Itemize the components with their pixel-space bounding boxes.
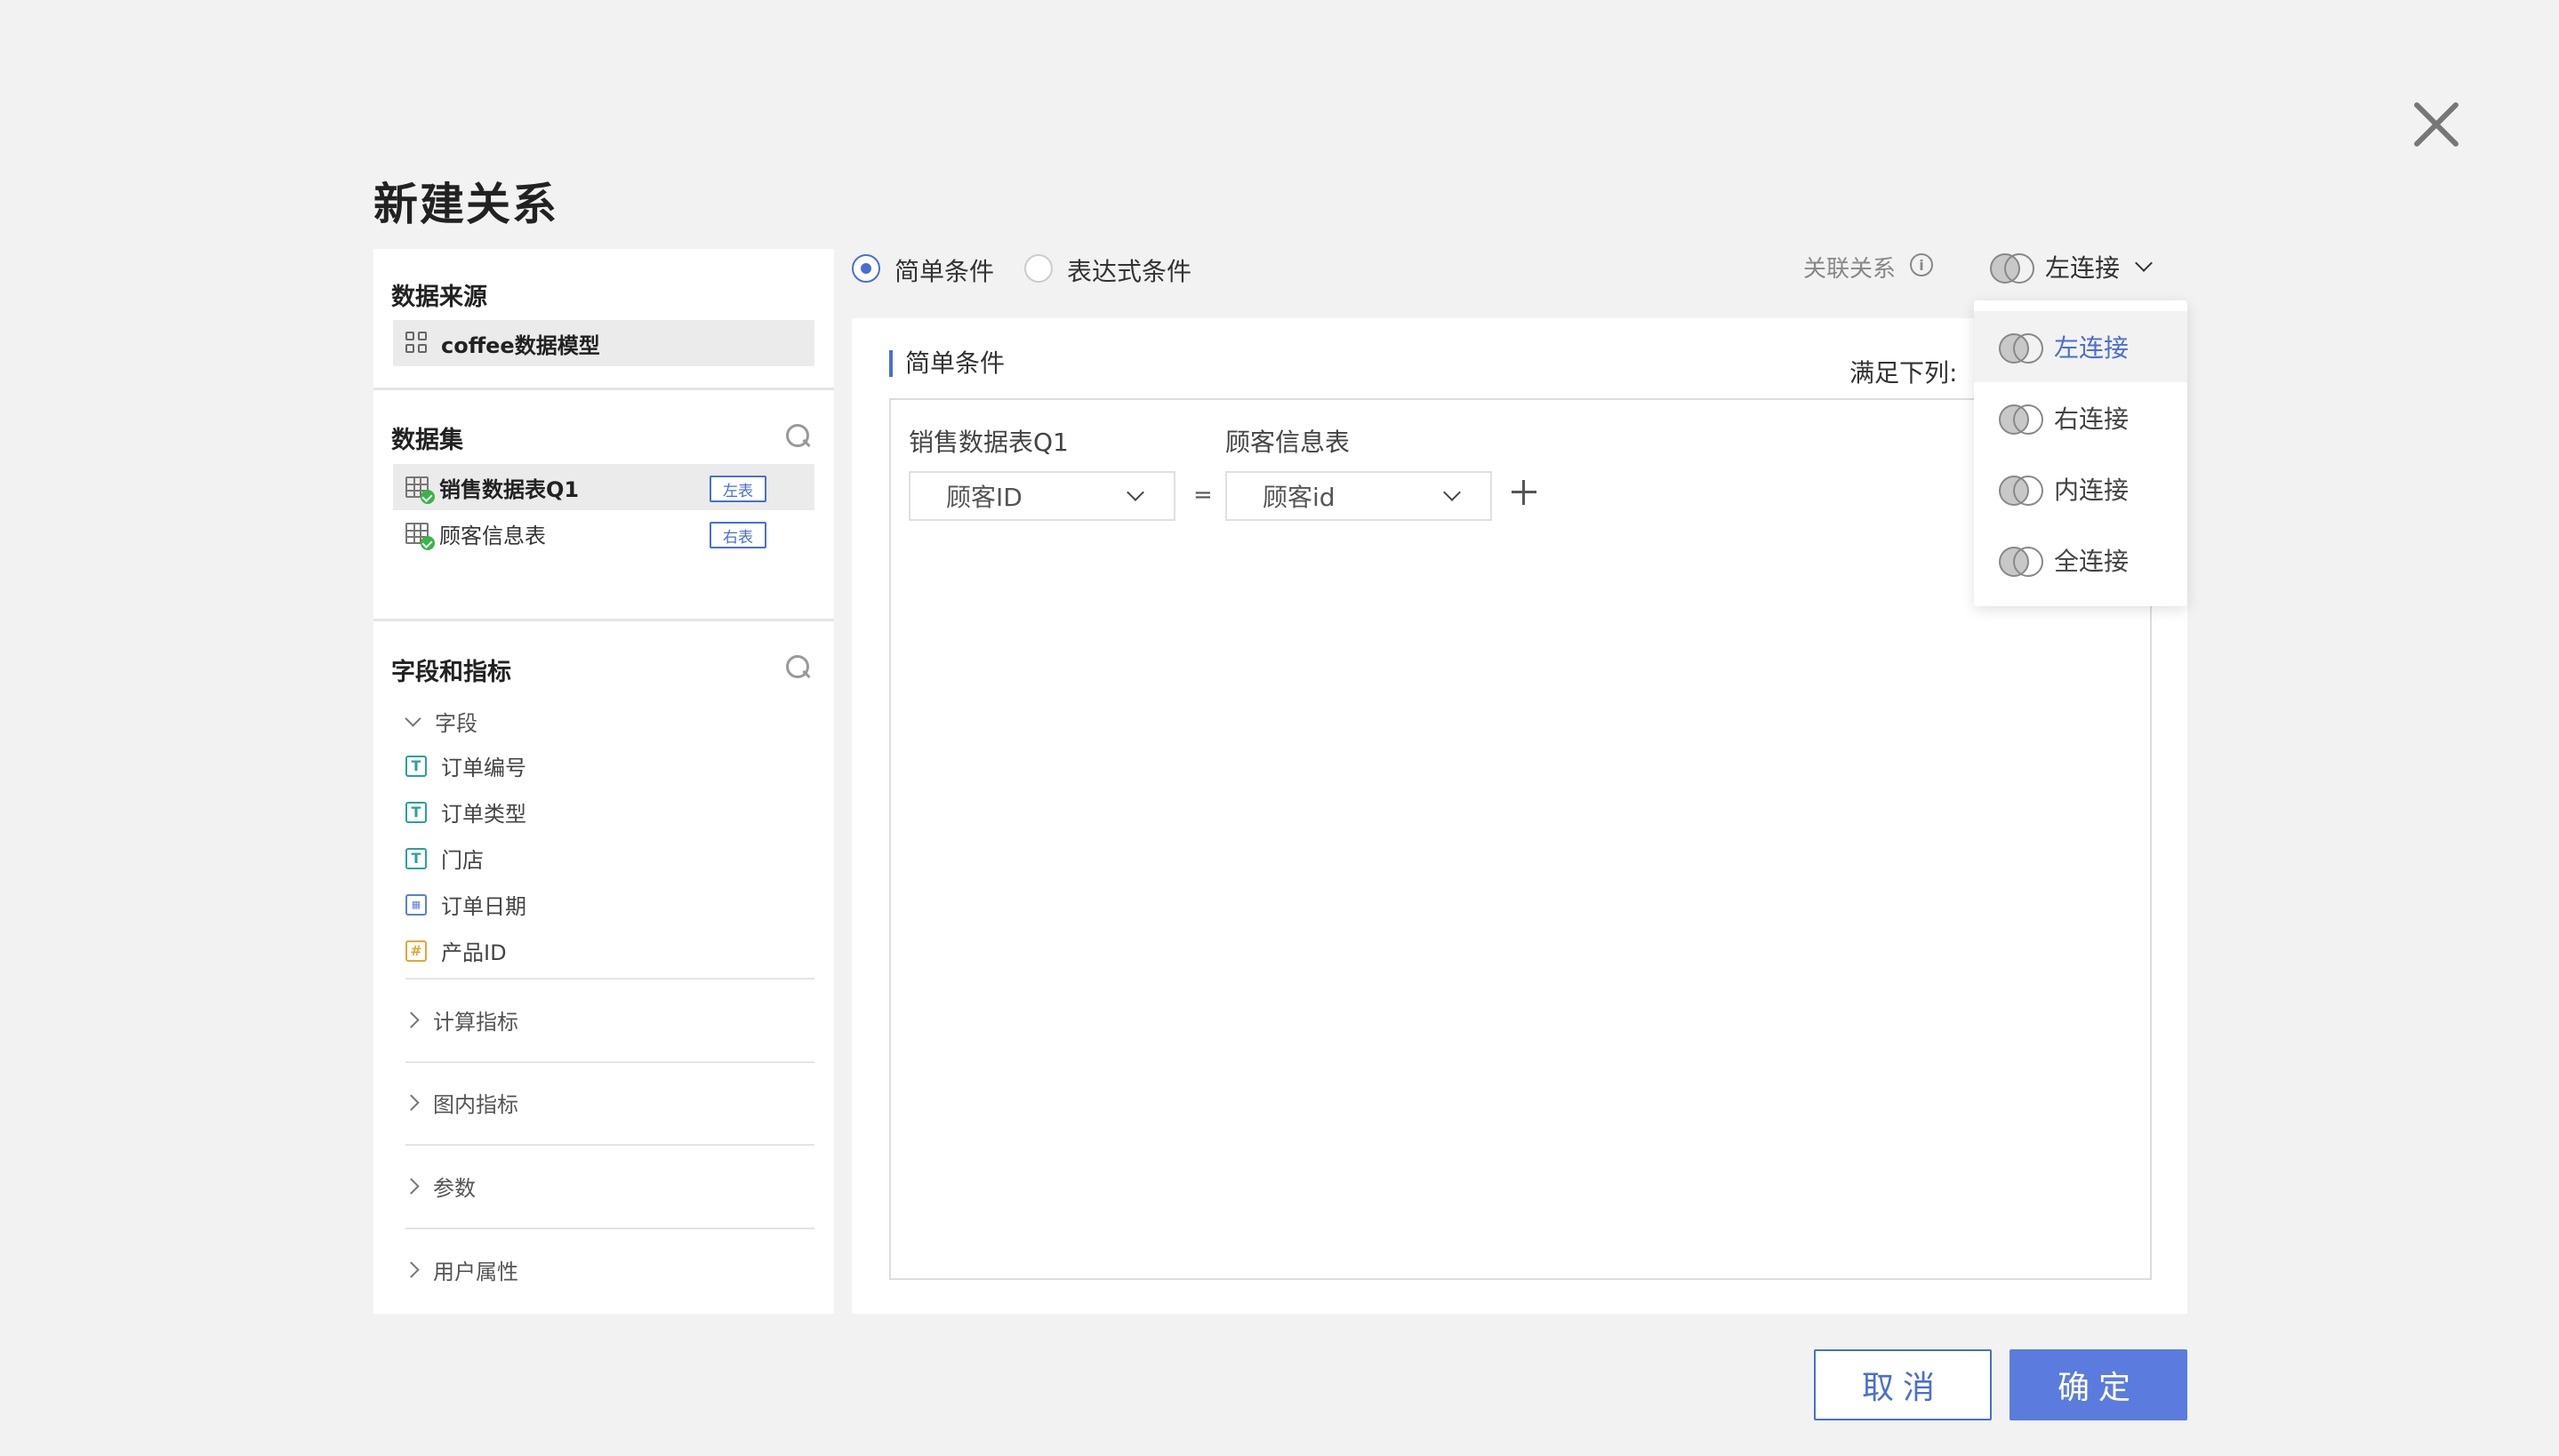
- radio-simple-label: 简单条件: [894, 257, 995, 286]
- data-source-name: coffee数据模型: [441, 332, 600, 358]
- right-field-value: 顾客id: [1263, 483, 1336, 512]
- data-source-title: 数据来源: [391, 284, 487, 311]
- condition-section-title: 简单条件: [889, 350, 1005, 377]
- radio-simple-condition[interactable]: [852, 254, 880, 283]
- left-table-name: 销售数据表Q1: [909, 428, 1069, 457]
- join-option-label: 全连接: [2054, 547, 2130, 576]
- text-field-icon: T: [405, 847, 427, 869]
- join-option-inner[interactable]: 内连接: [1974, 453, 2187, 524]
- fields-title: 字段和指标: [391, 659, 511, 686]
- right-table-name: 顾客信息表: [1225, 428, 1351, 457]
- data-source-item[interactable]: coffee数据模型: [393, 320, 814, 366]
- field-item[interactable]: # 产品ID: [405, 935, 507, 966]
- table-icon: [405, 476, 435, 504]
- satisfy-label: 满足下列:: [1849, 358, 1958, 388]
- right-table-tag: 右表: [710, 522, 766, 548]
- join-option-label: 内连接: [2054, 476, 2130, 505]
- inner-join-icon: [1999, 476, 2043, 506]
- left-join-icon: [1990, 253, 2034, 284]
- divider: [405, 978, 814, 980]
- group-user-attributes[interactable]: 用户属性: [403, 1254, 518, 1285]
- chevron-right-icon: [403, 1094, 420, 1111]
- field-name: 门店: [441, 848, 484, 873]
- join-option-right[interactable]: 右连接: [1974, 382, 2187, 453]
- cancel-button[interactable]: 取消: [1814, 1349, 1992, 1420]
- chevron-down-icon: [405, 710, 421, 727]
- operator-equals: =: [1193, 482, 1213, 508]
- divider: [373, 388, 834, 390]
- field-name: 产品ID: [441, 940, 507, 965]
- join-type-value: 左连接: [2045, 253, 2121, 283]
- group-label: 计算指标: [433, 1010, 518, 1035]
- left-join-icon: [1999, 333, 2043, 364]
- date-field-icon: ▦: [405, 893, 427, 916]
- fields-search-icon[interactable]: [784, 653, 811, 680]
- chevron-down-icon: [1127, 484, 1144, 501]
- left-field-select[interactable]: 顾客ID: [909, 471, 1175, 521]
- group-chart-metrics[interactable]: 图内指标: [403, 1087, 518, 1118]
- radio-expression-condition[interactable]: [1024, 254, 1053, 283]
- group-label: 图内指标: [433, 1092, 518, 1117]
- chevron-down-icon: [1443, 484, 1461, 501]
- field-item[interactable]: T 订单编号: [405, 750, 526, 781]
- group-parameters[interactable]: 参数: [403, 1171, 476, 1202]
- divider: [373, 619, 834, 621]
- field-name: 订单日期: [441, 894, 526, 919]
- divider: [405, 1144, 814, 1146]
- left-field-value: 顾客ID: [946, 483, 1023, 512]
- dataset-item-label: 顾客信息表: [439, 523, 546, 548]
- table-icon: [405, 523, 435, 550]
- fields-group-toggle[interactable]: 字段: [405, 706, 477, 737]
- join-option-full[interactable]: 全连接: [1974, 524, 2187, 596]
- chevron-right-icon: [403, 1178, 420, 1195]
- dataset-item-sales-q1[interactable]: 销售数据表Q1 左表: [393, 464, 814, 510]
- dataset-search-icon[interactable]: [784, 422, 811, 449]
- full-join-icon: [1999, 547, 2043, 577]
- group-label: 用户属性: [433, 1260, 518, 1284]
- close-icon[interactable]: [2401, 89, 2472, 160]
- field-name: 订单类型: [441, 802, 526, 827]
- join-option-label: 右连接: [2054, 404, 2130, 434]
- group-label: 参数: [433, 1176, 476, 1201]
- left-panel: 数据来源 coffee数据模型 数据集 销售数据表Q1 左表 顾客信息表 右表 …: [373, 249, 834, 1314]
- dataset-item-label: 销售数据表Q1: [439, 476, 580, 502]
- right-field-select[interactable]: 顾客id: [1225, 471, 1492, 521]
- add-condition-icon[interactable]: [1512, 480, 1536, 505]
- fields-group-label: 字段: [435, 711, 477, 736]
- number-field-icon: #: [405, 940, 427, 962]
- group-calculated-metrics[interactable]: 计算指标: [403, 1004, 518, 1036]
- confirm-button[interactable]: 确定: [2009, 1349, 2187, 1420]
- join-option-label: 左连接: [2054, 333, 2130, 363]
- text-field-icon: T: [405, 755, 427, 777]
- join-option-left[interactable]: 左连接: [1974, 311, 2187, 382]
- info-icon[interactable]: i: [1910, 253, 1933, 276]
- chevron-right-icon: [403, 1012, 420, 1028]
- right-join-icon: [1999, 404, 2043, 435]
- divider: [405, 1061, 814, 1063]
- left-table-tag: 左表: [710, 476, 766, 502]
- divider: [405, 1228, 814, 1229]
- dataset-title: 数据集: [391, 427, 463, 454]
- dataset-item-customer[interactable]: 顾客信息表 右表: [393, 510, 814, 556]
- data-model-icon: [405, 332, 429, 355]
- relation-label: 关联关系: [1803, 256, 1897, 283]
- page-title: 新建关系: [373, 179, 558, 230]
- check-badge-icon: [421, 490, 435, 504]
- field-item[interactable]: ▦ 订单日期: [405, 889, 526, 920]
- radio-expression-label: 表达式条件: [1067, 257, 1192, 286]
- field-item[interactable]: T 门店: [405, 843, 484, 874]
- check-badge-icon: [421, 536, 435, 550]
- join-type-select[interactable]: 左连接: [1972, 238, 2169, 295]
- chevron-down-icon: [2135, 254, 2153, 272]
- text-field-icon: T: [405, 801, 427, 823]
- chevron-right-icon: [403, 1261, 420, 1278]
- condition-box: [889, 398, 2152, 1280]
- field-item[interactable]: T 订单类型: [405, 796, 526, 828]
- field-name: 订单编号: [441, 756, 526, 780]
- join-type-dropdown: 左连接 右连接 内连接 全连接: [1974, 300, 2187, 606]
